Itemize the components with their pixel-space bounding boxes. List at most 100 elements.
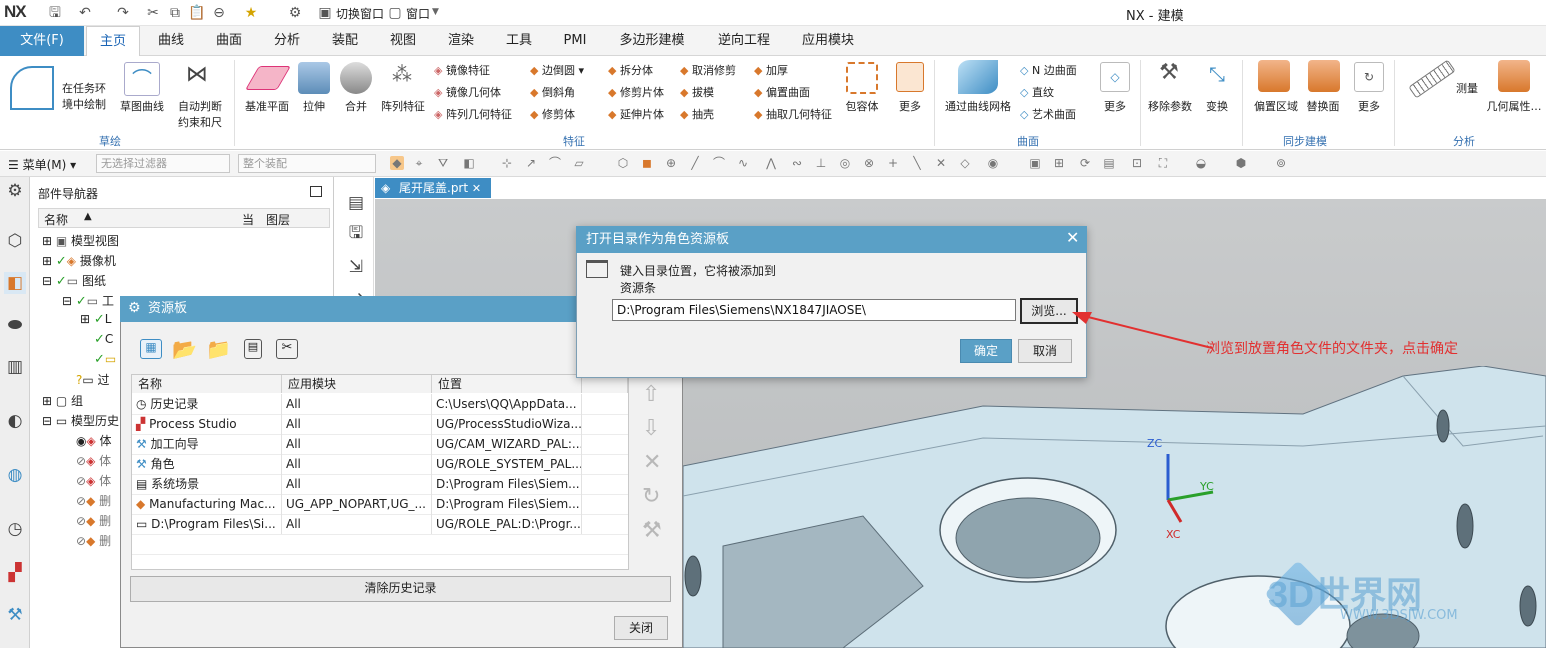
unite-button[interactable]: 合并 <box>338 98 374 114</box>
menu-button[interactable]: ☰ 菜单(M) ▾ <box>8 156 76 173</box>
work-view-icon[interactable]: ▣ <box>1028 156 1042 170</box>
mirror-feature-button[interactable]: ◈ 镜像特征 <box>434 62 490 78</box>
extrude-button[interactable]: 拉伸 <box>296 98 332 114</box>
gear-icon[interactable]: ⚙ <box>4 180 26 202</box>
snap-point-icon[interactable]: ⊹ <box>500 156 514 170</box>
table-row[interactable]: ⚒ 加工向导 <box>132 434 282 454</box>
auto-constraint-icon[interactable]: ⋈ <box>182 62 212 94</box>
tree-item-model-views[interactable]: ⊞ ▣ 模型视图 <box>42 232 119 249</box>
shell-button[interactable]: ◆ 抽壳 <box>680 106 714 122</box>
sync-more-icon[interactable]: ↻ <box>1354 62 1384 92</box>
reuse-library-icon[interactable]: ▥ <box>4 356 26 378</box>
ruled-button[interactable]: ◇ 直纹 <box>1020 84 1054 100</box>
plus-icon[interactable]: + <box>886 156 900 170</box>
grid-icon[interactable]: ⊞ <box>1052 156 1066 170</box>
column-layer[interactable]: 图层 <box>266 211 290 228</box>
new-palette-icon[interactable]: ▦ <box>140 339 162 359</box>
remove-parameters-button[interactable]: 移除参数 <box>1144 98 1196 114</box>
tab-application[interactable]: 应用模块 <box>790 26 866 56</box>
cancel-button[interactable]: 取消 <box>1018 339 1072 363</box>
save-icon[interactable]: 🖫 <box>46 4 64 22</box>
switch-window-button[interactable]: 切换窗口 <box>336 5 384 22</box>
replace-face-icon[interactable] <box>1308 60 1340 92</box>
crosshair-icon[interactable]: ⊕ <box>664 156 678 170</box>
sketch-curve-button[interactable]: 草图曲线 <box>114 98 170 114</box>
tangent-icon[interactable]: ╲ <box>910 156 924 170</box>
column-application[interactable]: 应用模块 <box>282 375 432 393</box>
table-row[interactable]: ▞ Process Studio <box>132 414 282 434</box>
pattern-geometry-button[interactable]: ◈ 阵列几何特征 <box>434 106 512 122</box>
tree-item-outdated[interactable]: ?▭ 过 <box>76 371 110 388</box>
tree-item-drawings[interactable]: ⊟ ✓▭ 图纸 <box>42 272 106 289</box>
shading-icon[interactable]: ◒ <box>1194 156 1208 170</box>
tree-item-body-3[interactable]: ⊘◈ 体 <box>76 472 111 489</box>
curve-point-icon[interactable]: ∾ <box>790 156 804 170</box>
table-row[interactable]: ▤ 系统场景 <box>132 474 282 494</box>
maximize-icon[interactable] <box>310 186 322 197</box>
web-browser-icon[interactable]: ◍ <box>4 464 26 486</box>
offset-region-icon[interactable] <box>1258 60 1290 92</box>
undo-icon[interactable]: ↶ <box>76 4 94 22</box>
tree-item-cameras[interactable]: ⊞ ✓◈ 摄像机 <box>42 252 116 269</box>
center-icon[interactable]: ◎ <box>838 156 852 170</box>
wrap-geometry-button[interactable]: 包容体 <box>840 98 884 114</box>
split-body-button[interactable]: ◆ 拆分体 <box>608 62 653 78</box>
directory-path-input[interactable]: D:\Program Files\Siemens\NX1847JIAOSE\ <box>612 299 1016 321</box>
wrap-geometry-icon[interactable] <box>846 62 878 94</box>
sketch-in-task-label-2[interactable]: 境中绘制 <box>62 96 106 112</box>
move-up-icon[interactable]: ⇧ <box>642 382 660 407</box>
tab-tools[interactable]: 工具 <box>494 26 544 56</box>
tab-analysis[interactable]: 分析 <box>262 26 312 56</box>
type-filter-select[interactable]: 无选择过滤器 <box>96 154 230 173</box>
pattern-feature-button[interactable]: 阵列特征 <box>378 98 428 114</box>
offset-face-button[interactable]: ◆ 偏置曲面 <box>754 84 810 100</box>
table-row[interactable]: ◆ Manufacturing Mac... <box>132 494 282 514</box>
replace-face-button[interactable]: 替换面 <box>1302 98 1344 114</box>
delete-icon[interactable]: ✕ <box>643 450 661 475</box>
edge-blend-button[interactable]: ◆ 边倒圆 ▾ <box>530 62 584 78</box>
clear-history-button[interactable]: 清除历史记录 <box>130 576 671 602</box>
assembly-scope-select[interactable]: 整个装配 <box>238 154 376 173</box>
redo-icon[interactable]: ↷ <box>114 4 132 22</box>
tree-item-delete-1[interactable]: ⊘◆ 删 <box>76 492 111 509</box>
process-studio-icon[interactable]: ▞ <box>4 562 26 584</box>
copy-icon[interactable]: ⧉ <box>166 4 184 22</box>
tree-item-sheet[interactable]: ⊟ ✓▭ 工 <box>62 292 114 309</box>
window-menu-button[interactable]: 窗口 <box>406 5 430 22</box>
auto-constraint-label-2[interactable]: 约束和尺 <box>174 114 226 130</box>
geometry-properties-button[interactable]: 几何属性… <box>1486 98 1542 114</box>
window-icon[interactable]: ▢ <box>386 4 404 22</box>
column-current[interactable]: 当 <box>242 211 254 228</box>
tab-assembly[interactable]: 装配 <box>320 26 370 56</box>
auto-constraint-label-1[interactable]: 自动判断 <box>174 98 226 114</box>
cut-icon[interactable]: ✂ <box>144 4 162 22</box>
draft-button[interactable]: ◆ 拔模 <box>680 84 714 100</box>
snap-curve-icon[interactable]: ↗ <box>524 156 538 170</box>
window-dropdown-icon[interactable]: ▼ <box>432 7 439 17</box>
line-icon[interactable]: ╱ <box>688 156 702 170</box>
refresh-icon[interactable]: ↻ <box>642 484 660 509</box>
surface-more-icon[interactable]: ◇ <box>1100 62 1130 92</box>
pattern-feature-icon[interactable]: ⁂ <box>386 62 418 94</box>
studio-surface-button[interactable]: ◇ 艺术曲面 <box>1020 106 1076 122</box>
tab-home[interactable]: 主页 <box>86 26 140 56</box>
customize-icon[interactable]: ✂ <box>276 339 298 359</box>
extract-geometry-button[interactable]: ◆ 抽取几何特征 <box>754 106 832 122</box>
component-icon[interactable]: ◼ <box>640 156 654 170</box>
cube-icon[interactable]: ⬢ <box>1234 156 1248 170</box>
select-face-icon[interactable]: ◧ <box>462 156 476 170</box>
thicken-button[interactable]: ◆ 加厚 <box>754 62 788 78</box>
tab-curve[interactable]: 曲线 <box>146 26 196 56</box>
column-location[interactable]: 位置 <box>432 375 582 393</box>
vertical-icon[interactable]: ⊥ <box>814 156 828 170</box>
tree-item-model-history[interactable]: ⊟ ▭ 模型历史 <box>42 412 119 429</box>
zoom-icon[interactable]: ⛶ <box>1156 156 1170 170</box>
tree-item-view-1[interactable]: ⊞ ✓L <box>80 312 111 327</box>
refresh-view-icon[interactable]: ⟳ <box>1078 156 1092 170</box>
tab-reverse-engineering[interactable]: 逆向工程 <box>706 26 782 56</box>
column-name[interactable]: 名称 <box>132 375 282 393</box>
tree-item-groups[interactable]: ⊞ ▢ 组 <box>42 392 83 409</box>
filter-icon[interactable]: ⛛ <box>436 156 450 170</box>
snap-face-icon[interactable]: ▱ <box>572 156 586 170</box>
close-button[interactable]: 关闭 <box>614 616 668 640</box>
